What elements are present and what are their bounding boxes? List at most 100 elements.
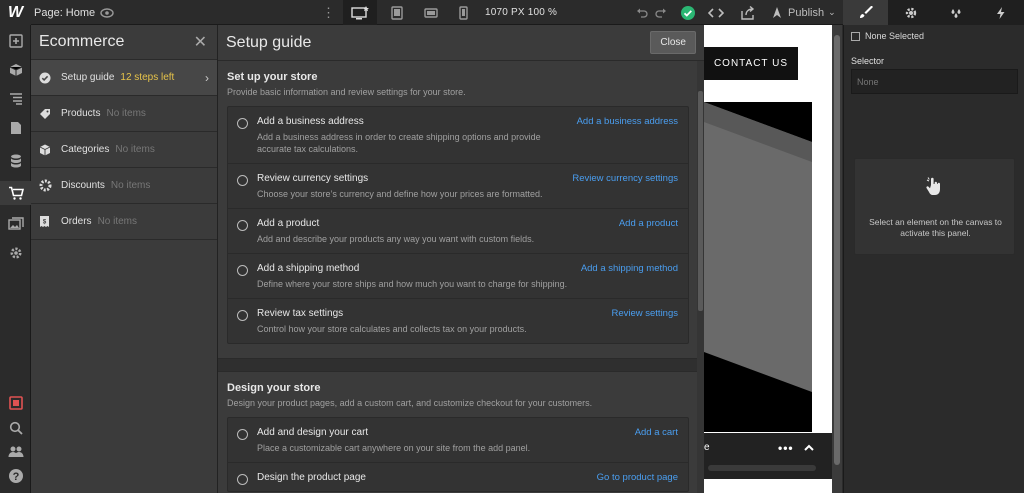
task-list: Add and design your cart Place a customi… bbox=[227, 417, 689, 492]
task-description: Control how your store calculates and co… bbox=[257, 324, 527, 334]
mobile-portrait-icon[interactable] bbox=[446, 0, 480, 25]
cms-database-icon[interactable] bbox=[0, 149, 31, 173]
task-radio[interactable] bbox=[237, 220, 248, 231]
task-title: Add a product bbox=[257, 218, 320, 229]
task-item: Add a business address Add a business ad… bbox=[228, 107, 688, 164]
ecommerce-panel: Ecommerce ✕ Setup guide 12 steps left › … bbox=[31, 25, 218, 493]
task-link[interactable]: Go to product page bbox=[597, 472, 678, 483]
task-link[interactable]: Review currency settings bbox=[572, 173, 678, 184]
canvas-scrollbar-thumb[interactable] bbox=[834, 35, 840, 465]
task-item: Design the product page Go to product pa… bbox=[228, 463, 688, 491]
webflow-logo[interactable]: W bbox=[0, 0, 31, 25]
pointer-hand-icon bbox=[925, 177, 943, 202]
ecom-nav-orders[interactable]: $ Orders No items bbox=[31, 204, 217, 240]
interactions-bolt-icon[interactable] bbox=[979, 0, 1024, 25]
task-radio[interactable] bbox=[237, 265, 248, 276]
ecom-nav-discounts[interactable]: Discounts No items bbox=[31, 168, 217, 204]
task-radio[interactable] bbox=[237, 474, 248, 485]
scrollbar-thumb[interactable] bbox=[698, 91, 703, 311]
chevron-up-icon[interactable] bbox=[803, 440, 815, 458]
ecom-nav-products[interactable]: Products No items bbox=[31, 96, 217, 132]
task-item: Review tax settings Control how your sto… bbox=[228, 299, 688, 343]
box-icon bbox=[39, 144, 59, 156]
ecom-nav-setup-guide[interactable]: Setup guide 12 steps left › bbox=[31, 60, 217, 96]
publish-button[interactable]: Publish ⌄ bbox=[770, 0, 836, 25]
settings-gear-icon[interactable] bbox=[0, 241, 31, 265]
ecom-nav-categories[interactable]: Categories No items bbox=[31, 132, 217, 168]
close-icon[interactable]: ✕ bbox=[194, 32, 207, 52]
ecommerce-panel-title: Ecommerce bbox=[39, 33, 125, 50]
audit-square-icon[interactable] bbox=[0, 391, 31, 415]
publish-label: Publish bbox=[788, 6, 825, 19]
canvas-scrollbar[interactable] bbox=[832, 25, 842, 493]
task-list: Add a business address Add a business ad… bbox=[227, 106, 689, 344]
task-item: Review currency settings Choose your sto… bbox=[228, 164, 688, 209]
task-title: Add and design your cart bbox=[257, 427, 369, 438]
section-description: Design your product pages, add a custom … bbox=[227, 398, 593, 408]
task-link[interactable]: Add a business address bbox=[577, 116, 678, 127]
style-manager-drops-icon[interactable] bbox=[934, 0, 979, 25]
receipt-icon: $ bbox=[39, 215, 59, 228]
hero-image[interactable] bbox=[704, 102, 812, 432]
task-link[interactable]: Add a product bbox=[619, 218, 678, 229]
setup-guide-panel: Setup guide Close Set up your store Prov… bbox=[218, 25, 704, 493]
selector-input[interactable] bbox=[851, 69, 1018, 94]
undo-icon[interactable] bbox=[636, 0, 648, 25]
gear-badge-icon bbox=[39, 179, 59, 192]
pages-icon[interactable] bbox=[0, 116, 31, 140]
steps-left-badge: 12 steps left bbox=[120, 72, 175, 83]
contact-us-button[interactable]: CONTACT US bbox=[704, 47, 798, 80]
symbols-box-icon[interactable] bbox=[0, 58, 31, 82]
design-canvas[interactable]: CONTACT US bbox=[704, 25, 842, 493]
settings-gear-icon[interactable] bbox=[888, 0, 933, 25]
selection-status-label: None Selected bbox=[865, 31, 925, 41]
empty-square-icon bbox=[851, 31, 860, 41]
search-icon[interactable] bbox=[0, 416, 31, 440]
navigator-icon[interactable] bbox=[0, 87, 31, 111]
more-vertical-icon[interactable]: ⋮ bbox=[322, 0, 335, 25]
close-button[interactable]: Close bbox=[650, 31, 696, 54]
section-title: Set up your store bbox=[227, 71, 318, 83]
style-brush-icon[interactable] bbox=[843, 0, 889, 25]
ecom-nav-label: Setup guide bbox=[61, 72, 115, 83]
task-link[interactable]: Review settings bbox=[611, 308, 678, 319]
floating-element-bar: e ••• bbox=[704, 433, 832, 479]
ecommerce-cart-icon[interactable] bbox=[0, 181, 31, 205]
task-description: Define where your store ships and how mu… bbox=[257, 279, 568, 289]
users-icon[interactable] bbox=[0, 440, 31, 464]
help-icon[interactable]: ? bbox=[0, 464, 31, 488]
assets-images-icon[interactable] bbox=[0, 212, 31, 236]
task-description: Choose your store’s currency and define … bbox=[257, 189, 543, 199]
task-item: Add and design your cart Place a customi… bbox=[228, 418, 688, 463]
section-title: Design your store bbox=[227, 382, 321, 394]
setup-scrollbar[interactable] bbox=[697, 61, 704, 493]
page-selector[interactable]: Page: Home bbox=[34, 0, 95, 25]
svg-text:?: ? bbox=[12, 471, 19, 483]
ecom-nav-label: Categories bbox=[61, 144, 110, 155]
task-radio[interactable] bbox=[237, 310, 248, 321]
mobile-landscape-icon[interactable] bbox=[414, 0, 448, 25]
desktop-breakpoint-icon[interactable] bbox=[343, 0, 377, 25]
task-item: Add a product Add and describe your prod… bbox=[228, 209, 688, 254]
task-link[interactable]: Add a shipping method bbox=[581, 263, 678, 274]
redo-icon[interactable] bbox=[655, 0, 667, 25]
task-description: Place a customizable cart anywhere on yo… bbox=[257, 443, 531, 453]
empty-selection-hint: Select an element on the canvas to activ… bbox=[854, 158, 1015, 255]
item-count: No items bbox=[97, 216, 138, 227]
add-panel-icon[interactable] bbox=[0, 29, 31, 53]
preview-eye-icon[interactable] bbox=[100, 0, 114, 25]
status-check-icon[interactable] bbox=[680, 0, 696, 25]
task-radio[interactable] bbox=[237, 118, 248, 129]
setup-guide-content[interactable]: Set up your store Provide basic informat… bbox=[218, 61, 698, 493]
logo-text: W bbox=[7, 3, 24, 21]
task-link[interactable]: Add a cart bbox=[635, 427, 678, 438]
top-toolbar: W Page: Home ⋮ 1070 PX 100 % Publish ⌄ bbox=[0, 0, 1024, 25]
task-description: Add a business address in order to creat… bbox=[257, 132, 541, 154]
tablet-breakpoint-icon[interactable] bbox=[380, 0, 414, 25]
task-radio[interactable] bbox=[237, 175, 248, 186]
code-icon[interactable] bbox=[708, 0, 724, 25]
task-radio[interactable] bbox=[237, 429, 248, 440]
more-horizontal-icon[interactable]: ••• bbox=[778, 441, 794, 455]
task-item: Add a shipping method Define where your … bbox=[228, 254, 688, 299]
export-icon[interactable] bbox=[740, 0, 756, 25]
